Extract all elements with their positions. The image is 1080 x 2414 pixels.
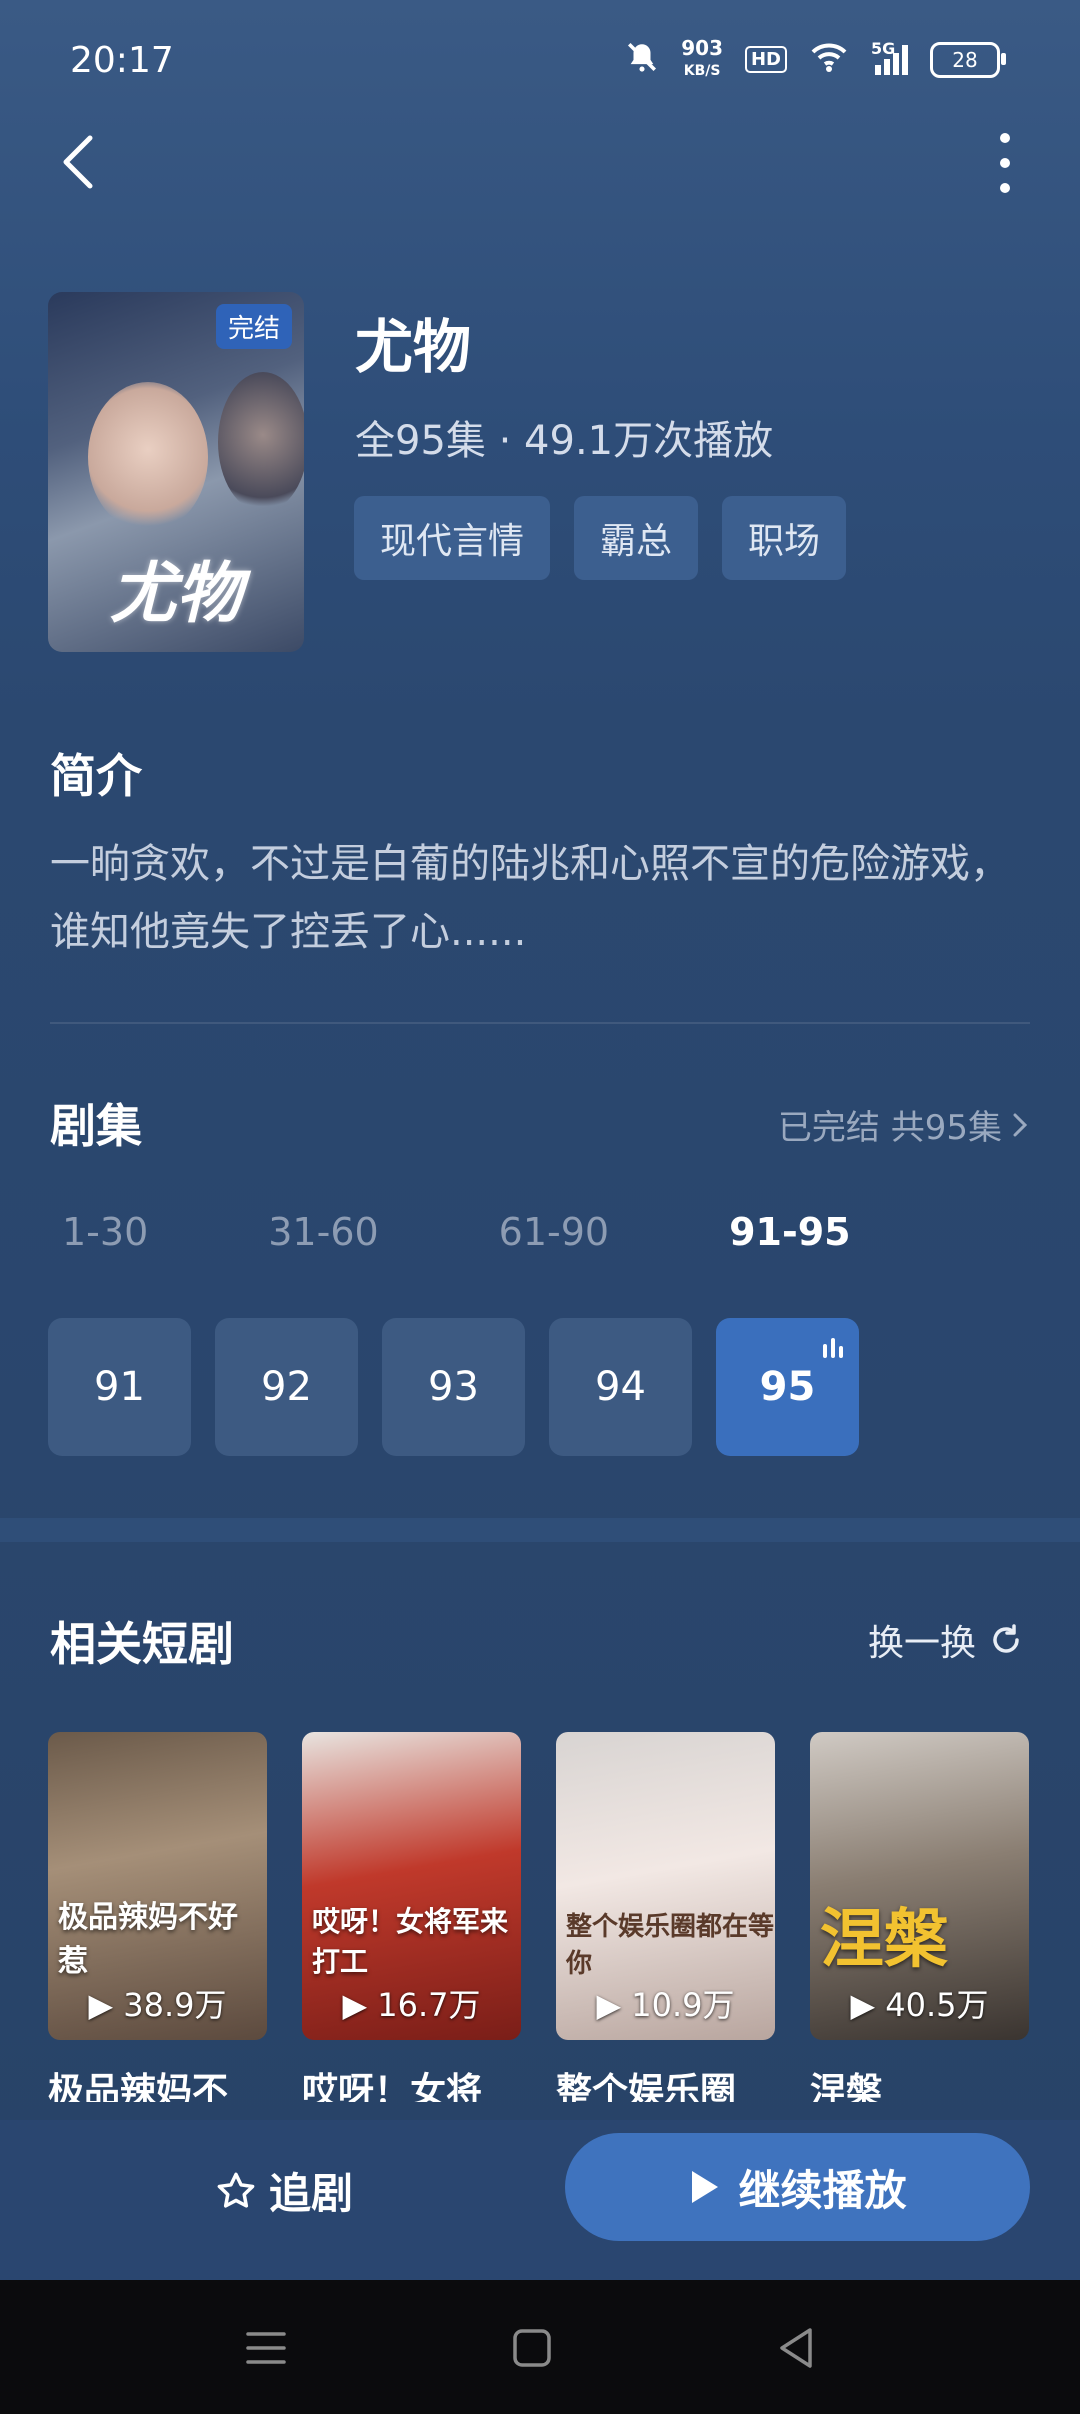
mute-icon	[625, 40, 659, 80]
battery-icon: 28	[930, 41, 1006, 78]
section-separator	[0, 1518, 1080, 1542]
related-thumbnail: 哎呀！女将军来打工 ▶ 16.7万	[302, 1732, 521, 2040]
shuffle-button[interactable]: 换一换	[868, 1614, 1024, 1666]
thumbnail-title: 整个娱乐圈都在等你	[566, 1912, 775, 1979]
show-poster: 尤物 完结	[48, 292, 304, 652]
episode-button[interactable]: 94	[549, 1318, 692, 1456]
related-card[interactable]: 极品辣妈不好惹 ▶ 38.9万 极品辣妈不	[48, 1732, 267, 2102]
intro-heading: 简介	[50, 749, 142, 803]
tag[interactable]: 现代言情	[354, 496, 551, 580]
related-title: 涅槃	[810, 2071, 883, 2102]
range-tab[interactable]: 1-30	[62, 1210, 148, 1254]
playing-indicator-icon	[823, 1338, 843, 1358]
signal-icon: 5G	[871, 39, 908, 75]
hd-badge: HD	[744, 46, 787, 73]
net-speed: 903 KB/S	[681, 38, 723, 81]
play-icon	[692, 2171, 719, 2203]
follow-button[interactable]: 追剧	[215, 2160, 353, 2221]
status-icons: 903 KB/S HD 5G 28	[625, 38, 1006, 81]
view-count-value: 16.7万	[377, 1986, 481, 2024]
thumbnail-title: 极品辣妈不好惹	[58, 1900, 238, 1979]
view-count-value: 38.9万	[123, 1986, 227, 2024]
battery-level: 28	[952, 47, 978, 72]
poster-title: 尤物	[110, 554, 242, 632]
show-meta: 全95集 · 49.1万次播放	[355, 418, 774, 464]
episode-range-tabs: 1-30 31-60 61-90 91-95	[62, 1210, 971, 1254]
related-title: 极品辣妈不	[48, 2071, 229, 2102]
tag[interactable]: 职场	[722, 496, 847, 580]
shuffle-label: 换一换	[867, 1623, 976, 1664]
home-nav-button[interactable]	[502, 2318, 562, 2378]
completed-badge: 完结	[215, 304, 292, 349]
speed-unit: KB/S	[683, 63, 721, 79]
episode-number: 95	[759, 1364, 816, 1410]
related-title: 哎呀！女将	[302, 2071, 483, 2102]
menu-nav-button[interactable]	[236, 2318, 296, 2378]
refresh-icon	[993, 1624, 1019, 1653]
intro-text: 一晌贪欢，不过是白葡的陆兆和心照不宣的危险游戏，谁知他竟失了控丢了心......	[50, 841, 1010, 955]
view-count: ▶ 38.9万	[88, 1986, 227, 2024]
related-thumbnail: 极品辣妈不好惹 ▶ 38.9万	[48, 1732, 267, 2040]
chevron-right-icon	[1013, 1113, 1028, 1136]
related-card[interactable]: 哎呀！女将军来打工 ▶ 16.7万 哎呀！女将	[302, 1732, 521, 2102]
follow-label: 追剧	[269, 2169, 354, 2218]
back-button[interactable]	[52, 130, 112, 190]
episode-button-playing[interactable]: 95	[716, 1318, 859, 1456]
thumbnail-title: 涅槃	[820, 1902, 948, 1977]
more-button[interactable]	[990, 128, 1020, 198]
episodes-heading: 剧集	[50, 1099, 142, 1153]
continue-label: 继续播放	[738, 2165, 907, 2215]
tag-list: 现代言情 霸总 职场	[354, 496, 847, 580]
star-icon	[217, 2172, 255, 2208]
status-time: 20:17	[70, 40, 174, 81]
episodes-status-label: 已完结 共95集	[777, 1108, 1002, 1148]
related-list: 极品辣妈不好惹 ▶ 38.9万 极品辣妈不 哎呀！女将军来打工 ▶ 16.7万 …	[48, 1732, 1029, 2102]
related-heading: 相关短剧	[50, 1617, 234, 1671]
continue-play-button[interactable]: 继续播放	[565, 2133, 1030, 2241]
view-count: ▶ 40.5万	[850, 1986, 989, 2024]
divider	[50, 1022, 1030, 1024]
back-triangle-icon	[780, 2328, 812, 2368]
episode-button[interactable]: 92	[215, 1318, 358, 1456]
view-count: ▶ 16.7万	[342, 1986, 481, 2024]
show-title: 尤物	[355, 313, 472, 381]
related-thumbnail: 涅槃 ▶ 40.5万	[810, 1732, 1029, 2040]
episode-list: 91 92 93 94 95	[48, 1318, 859, 1456]
episode-button[interactable]: 93	[382, 1318, 525, 1456]
tag[interactable]: 霸总	[574, 496, 699, 580]
chevron-left-icon	[63, 135, 93, 189]
range-tab[interactable]: 61-90	[499, 1210, 609, 1254]
wifi-icon	[809, 41, 849, 79]
back-nav-button[interactable]	[768, 2318, 828, 2378]
range-tab[interactable]: 31-60	[268, 1210, 378, 1254]
view-count-value: 10.9万	[631, 1986, 735, 2024]
menu-icon	[246, 2332, 286, 2364]
range-tab-active[interactable]: 91-95	[729, 1210, 851, 1254]
episode-button[interactable]: 91	[48, 1318, 191, 1456]
thumbnail-title: 哎呀！女将军来打工	[312, 1905, 509, 1978]
related-card[interactable]: 整个娱乐圈都在等你 ▶ 10.9万 整个娱乐圈	[556, 1732, 775, 2102]
more-vertical-icon	[1000, 133, 1010, 193]
home-square-icon	[513, 2329, 551, 2367]
related-card[interactable]: 涅槃 ▶ 40.5万 涅槃	[810, 1732, 1029, 2102]
view-count: ▶ 10.9万	[596, 1986, 735, 2024]
related-thumbnail: 整个娱乐圈都在等你 ▶ 10.9万	[556, 1732, 775, 2040]
speed-value: 903	[681, 36, 723, 60]
network-type: 5G	[871, 38, 896, 58]
related-title: 整个娱乐圈	[556, 2071, 737, 2102]
view-count-value: 40.5万	[885, 1986, 989, 2024]
episodes-status-link[interactable]: 已完结 共95集	[778, 1100, 1030, 1149]
